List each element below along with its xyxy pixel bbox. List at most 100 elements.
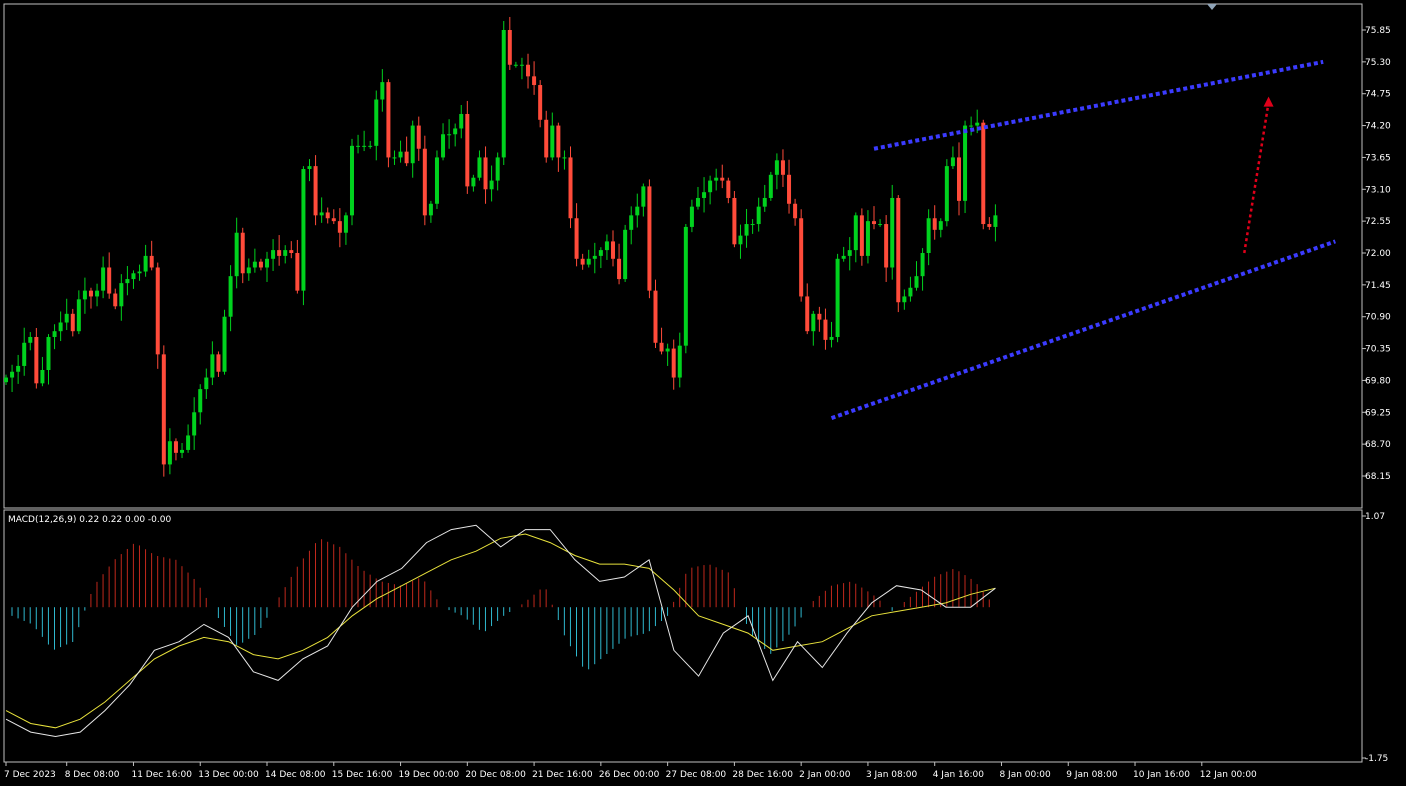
- candle-body: [993, 215, 998, 227]
- candle-body: [331, 218, 336, 222]
- time-tick-label: 8 Dec 08:00: [65, 770, 120, 780]
- candle-body: [944, 166, 949, 222]
- candle-body: [465, 113, 470, 187]
- candle-body: [890, 197, 895, 268]
- candle-body: [823, 319, 828, 340]
- candle-body: [932, 218, 937, 230]
- candle-body: [926, 218, 931, 253]
- candle-body: [149, 255, 154, 268]
- candle-body: [22, 342, 27, 366]
- candle-body: [155, 267, 160, 355]
- candle-body: [459, 113, 464, 129]
- candle-body: [70, 313, 75, 332]
- candle-body: [708, 180, 713, 193]
- candle-body: [76, 299, 81, 332]
- candle-body: [343, 215, 348, 233]
- candle-body: [453, 128, 458, 135]
- candle-body: [10, 371, 15, 378]
- candle-body: [447, 134, 452, 136]
- candle-body: [695, 197, 700, 207]
- candle-body: [428, 203, 433, 216]
- candle-body: [878, 224, 883, 226]
- candle-body: [16, 365, 21, 372]
- candle-body: [963, 125, 968, 201]
- candle-body: [392, 157, 397, 159]
- candle-body: [872, 221, 877, 225]
- candle-body: [380, 82, 385, 100]
- candle-body: [780, 160, 785, 175]
- candle-body: [422, 148, 427, 216]
- candle-body: [744, 224, 749, 236]
- candle-body: [720, 177, 725, 181]
- candle-body: [258, 261, 263, 268]
- candle-body: [787, 174, 792, 204]
- candle-body: [635, 206, 640, 216]
- candle-body: [987, 224, 992, 227]
- candle-body: [34, 336, 39, 384]
- candle-body: [46, 336, 51, 371]
- candle-body: [483, 157, 488, 190]
- price-tick-label: 69.25: [1365, 408, 1391, 418]
- candle-body: [477, 157, 482, 178]
- price-tick-label: 71.45: [1365, 281, 1391, 291]
- trading-chart[interactable]: 75.85 75.30 74.75 74.20 73.65 73.10 72.55 72.00…: [0, 0, 1406, 786]
- candle-body: [884, 224, 889, 268]
- candle-body: [611, 241, 615, 259]
- price-tick-label: 72.00: [1365, 249, 1391, 259]
- candle-body: [981, 122, 986, 225]
- candle-body: [362, 145, 367, 147]
- candle-body: [908, 287, 913, 297]
- time-tick-label: 26 Dec 00:00: [599, 770, 660, 780]
- candle-body: [471, 177, 476, 187]
- candle-body: [88, 290, 93, 297]
- candle-body: [580, 258, 585, 265]
- candle-body: [325, 212, 330, 219]
- price-tick-label: 75.30: [1365, 58, 1391, 68]
- candle-body: [659, 342, 664, 352]
- candle-body: [853, 215, 858, 251]
- candle-body: [975, 122, 980, 126]
- candle-body: [167, 441, 172, 465]
- candle-body: [82, 290, 87, 300]
- macd-label: MACD(12,26,9) 0.22 0.22 0.00 -0.00: [8, 515, 171, 525]
- candle-body: [234, 232, 239, 277]
- candle-body: [683, 226, 688, 346]
- candle-body: [513, 64, 518, 66]
- candle-body: [28, 336, 33, 343]
- candle-body: [265, 258, 270, 268]
- time-tick-label: 11 Dec 16:00: [131, 770, 192, 780]
- time-tick-label: 21 Dec 16:00: [532, 770, 593, 780]
- candle-body: [337, 221, 342, 233]
- candle-body: [186, 435, 191, 450]
- candle-body: [865, 221, 870, 256]
- candle-body: [52, 331, 57, 337]
- candle-body: [95, 290, 100, 297]
- candle-body: [847, 250, 852, 256]
- candle-body: [592, 255, 597, 259]
- candle-body: [726, 180, 731, 198]
- candle-body: [762, 197, 767, 207]
- price-tick-label: 68.15: [1365, 472, 1391, 482]
- candle-body: [64, 313, 69, 323]
- candle-body: [665, 348, 670, 352]
- candle-body: [689, 206, 694, 227]
- candle-body: [519, 64, 524, 66]
- time-tick-label: 9 Jan 08:00: [1066, 770, 1118, 780]
- candle-body: [538, 85, 543, 120]
- price-tick-label: 73.10: [1365, 185, 1391, 195]
- time-tick-label: 27 Dec 08:00: [666, 770, 727, 780]
- candle-body: [495, 157, 500, 181]
- candle-body: [623, 229, 628, 280]
- candle-body: [113, 293, 118, 307]
- candle-body: [441, 134, 446, 158]
- candle-body: [204, 377, 209, 390]
- time-tick-label: 2 Jan 00:00: [799, 770, 851, 780]
- candle-body: [125, 279, 130, 284]
- price-tick-label: 74.75: [1365, 90, 1391, 100]
- candle-body: [950, 157, 955, 167]
- candle-body: [859, 215, 864, 256]
- candle-body: [398, 151, 403, 158]
- time-tick-label: 8 Jan 00:00: [999, 770, 1051, 780]
- price-tick-label: 72.55: [1365, 217, 1391, 227]
- candle-body: [671, 348, 676, 378]
